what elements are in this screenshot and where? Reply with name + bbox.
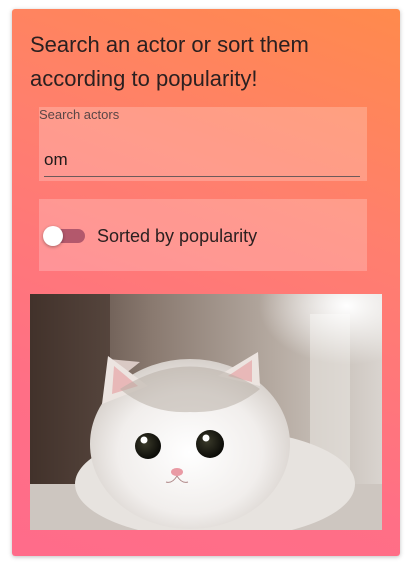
sort-toggle-label: Sorted by popularity <box>97 226 258 246</box>
search-field-label: Search actors <box>39 107 120 122</box>
search-field-container: Search actors <box>39 107 367 181</box>
actor-search-card: Search an actor or sort them according t… <box>12 9 400 556</box>
sort-toggle-container: Sorted by popularity <box>39 199 367 271</box>
page-heading: Search an actor or sort them according t… <box>30 32 309 91</box>
kitten-image <box>30 294 382 530</box>
switch-thumb <box>43 226 63 246</box>
search-actors-input[interactable] <box>44 143 360 177</box>
sort-popularity-switch[interactable] <box>43 226 85 246</box>
